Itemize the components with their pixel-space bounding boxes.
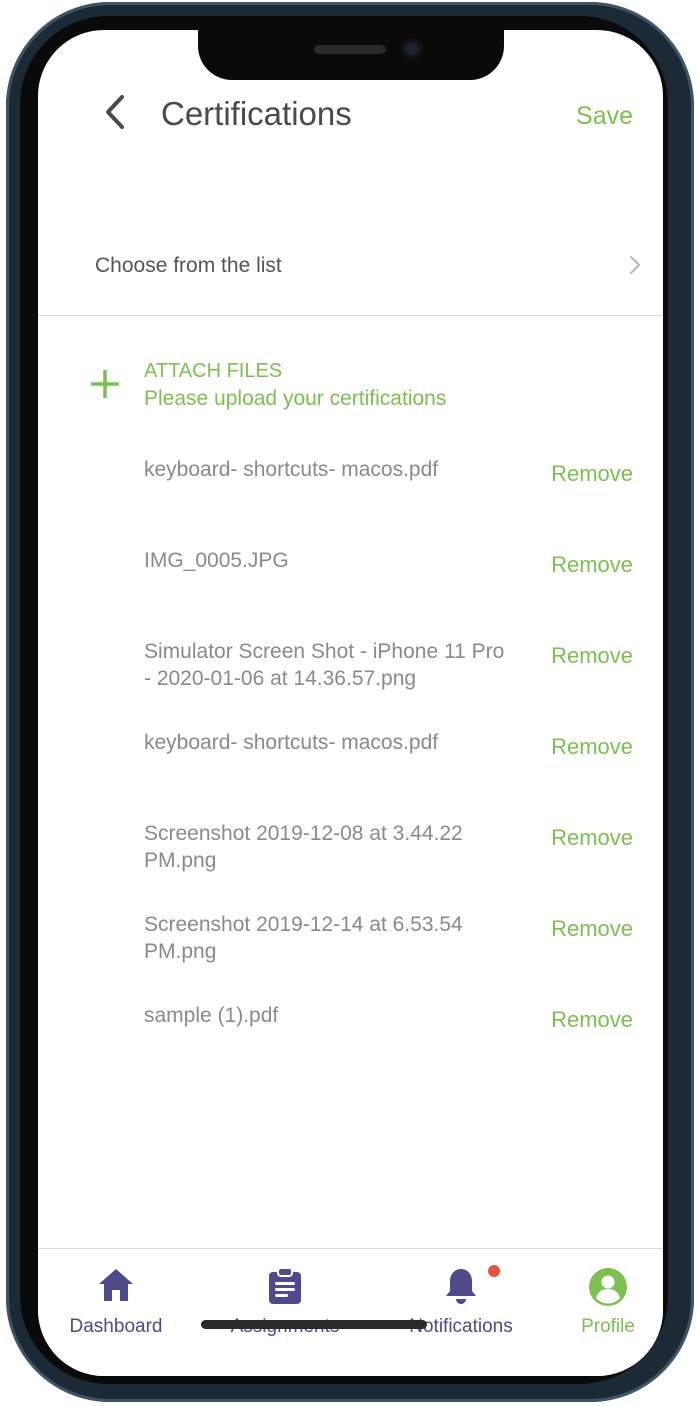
- chevron-left-icon: [106, 95, 124, 129]
- clipboard-icon: [269, 1267, 301, 1304]
- home-indicator[interactable]: [201, 1320, 427, 1329]
- file-name: Simulator Screen Shot - iPhone 11 Pro - …: [144, 640, 505, 690]
- notch: [198, 22, 504, 80]
- user-circle-icon: [589, 1268, 627, 1306]
- chevron-right-icon: [630, 256, 640, 274]
- tab-label: Profile: [581, 1316, 635, 1337]
- tab-bar: Dashboard Assignments Notifications: [38, 1248, 663, 1376]
- file-name: Screenshot 2019-12-08 at 3.44.22 PM.png: [144, 822, 463, 872]
- remove-file-button[interactable]: Remove: [551, 551, 633, 579]
- file-row: IMG_0005.JPG Remove: [38, 533, 663, 624]
- file-row: Screenshot 2019-12-14 at 6.53.54 PM.png …: [38, 897, 663, 988]
- front-camera: [402, 39, 422, 59]
- notification-badge: [488, 1265, 500, 1277]
- remove-file-button[interactable]: Remove: [551, 1006, 633, 1034]
- remove-file-button[interactable]: Remove: [551, 733, 633, 761]
- remove-file-button[interactable]: Remove: [551, 460, 633, 488]
- file-name: keyboard- shortcuts- macos.pdf: [144, 458, 439, 481]
- attach-files-button[interactable]: ATTACH FILES Please upload your certific…: [38, 358, 663, 418]
- file-row: keyboard- shortcuts- macos.pdf Remove: [38, 442, 663, 533]
- screen: Certifications Save Choose from the list…: [38, 30, 663, 1376]
- tab-profile[interactable]: Profile: [568, 1249, 648, 1349]
- file-name: keyboard- shortcuts- macos.pdf: [144, 731, 439, 754]
- attach-files-title: ATTACH FILES: [144, 360, 283, 382]
- attach-files-subtitle: Please upload your certifications: [144, 387, 447, 410]
- remove-file-button[interactable]: Remove: [551, 642, 633, 670]
- file-name: Screenshot 2019-12-14 at 6.53.54 PM.png: [144, 913, 463, 963]
- speaker: [314, 45, 386, 54]
- file-row: keyboard- shortcuts- macos.pdf Remove: [38, 715, 663, 806]
- tab-label: Dashboard: [69, 1316, 163, 1337]
- choose-from-list-label: Choose from the list: [95, 254, 282, 277]
- tab-dashboard[interactable]: Dashboard: [58, 1249, 174, 1349]
- file-row: Screenshot 2019-12-08 at 3.44.22 PM.png …: [38, 806, 663, 897]
- remove-file-button[interactable]: Remove: [551, 915, 633, 943]
- file-row: sample (1).pdf Remove: [38, 988, 663, 1079]
- remove-file-button[interactable]: Remove: [551, 824, 633, 852]
- file-name: sample (1).pdf: [144, 1004, 279, 1027]
- back-button[interactable]: [96, 92, 136, 132]
- attached-files-list: keyboard- shortcuts- macos.pdf Remove IM…: [38, 442, 663, 1079]
- page-title: Certifications: [161, 95, 352, 132]
- file-name: IMG_0005.JPG: [144, 549, 289, 572]
- tab-assignments[interactable]: Assignments: [220, 1249, 350, 1349]
- file-row: Simulator Screen Shot - iPhone 11 Pro - …: [38, 624, 663, 715]
- home-icon: [99, 1269, 133, 1301]
- plus-icon: [91, 370, 119, 398]
- choose-from-list-row[interactable]: Choose from the list: [38, 230, 663, 316]
- tab-notifications[interactable]: Notifications: [396, 1249, 526, 1349]
- save-button[interactable]: Save: [576, 100, 633, 132]
- bell-icon: [446, 1269, 476, 1304]
